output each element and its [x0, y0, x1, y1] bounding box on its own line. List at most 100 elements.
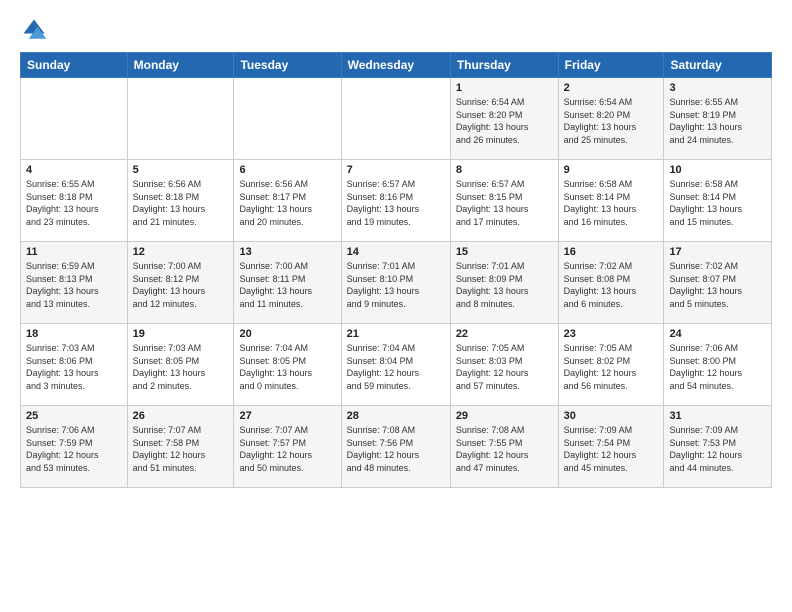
calendar-week-row: 18 Sunrise: 7:03 AM Sunset: 8:06 PM Dayli… [21, 324, 772, 406]
calendar-week-row: 25 Sunrise: 7:06 AM Sunset: 7:59 PM Dayli… [21, 406, 772, 488]
calendar-cell: 8 Sunrise: 6:57 AM Sunset: 8:15 PM Daylig… [450, 160, 558, 242]
day-number: 1 [456, 82, 553, 94]
day-number: 18 [26, 328, 122, 340]
calendar-cell: 30Sunrise: 7:09 AM Sunset: 7:54 PM Dayli… [558, 406, 664, 488]
calendar-cell [21, 78, 128, 160]
calendar-cell: 13 Sunrise: 7:00 AM Sunset: 8:11 PM Dayli… [234, 242, 341, 324]
day-number: 31 [669, 410, 766, 422]
day-info: Sunrise: 6:55 AM Sunset: 8:19 PM Dayligh… [669, 96, 766, 146]
day-info: Sunrise: 6:55 AM Sunset: 8:18 PM Dayligh… [26, 178, 122, 228]
calendar-cell: 25 Sunrise: 7:06 AM Sunset: 7:59 PM Dayli… [21, 406, 128, 488]
calendar-cell [341, 78, 450, 160]
day-info: Sunrise: 7:07 AM Sunset: 7:57 PM Dayligh… [239, 424, 335, 474]
day-info: Sunrise: 7:08 AM Sunset: 7:55 PM Dayligh… [456, 424, 553, 474]
day-number: 20 [239, 328, 335, 340]
day-number: 2 [564, 82, 659, 94]
calendar-cell: 10Sunrise: 6:58 AM Sunset: 8:14 PM Dayli… [664, 160, 772, 242]
day-number: 15 [456, 246, 553, 258]
calendar-cell: 7 Sunrise: 6:57 AM Sunset: 8:16 PM Daylig… [341, 160, 450, 242]
day-info: Sunrise: 7:09 AM Sunset: 7:53 PM Dayligh… [669, 424, 766, 474]
day-number: 9 [564, 164, 659, 176]
calendar-cell: 24 Sunrise: 7:06 AM Sunset: 8:00 PM Dayli… [664, 324, 772, 406]
day-info: Sunrise: 7:05 AM Sunset: 8:02 PM Dayligh… [564, 342, 659, 392]
day-info: Sunrise: 7:07 AM Sunset: 7:58 PM Dayligh… [133, 424, 229, 474]
day-number: 21 [347, 328, 445, 340]
calendar-week-row: 11 Sunrise: 6:59 AM Sunset: 8:13 PM Dayli… [21, 242, 772, 324]
day-number: 16 [564, 246, 659, 258]
calendar-cell: 4 Sunrise: 6:55 AM Sunset: 8:18 PM Daylig… [21, 160, 128, 242]
day-number: 8 [456, 164, 553, 176]
calendar-cell: 12Sunrise: 7:00 AM Sunset: 8:12 PM Dayli… [127, 242, 234, 324]
day-number: 27 [239, 410, 335, 422]
day-info: Sunrise: 6:58 AM Sunset: 8:14 PM Dayligh… [564, 178, 659, 228]
calendar-table: SundayMondayTuesdayWednesdayThursdayFrid… [20, 52, 772, 488]
calendar-cell: 9 Sunrise: 6:58 AM Sunset: 8:14 PM Daylig… [558, 160, 664, 242]
calendar-cell: 20 Sunrise: 7:04 AM Sunset: 8:05 PM Dayli… [234, 324, 341, 406]
calendar-cell: 6 Sunrise: 6:56 AM Sunset: 8:17 PM Daylig… [234, 160, 341, 242]
calendar-cell: 23Sunrise: 7:05 AM Sunset: 8:02 PM Dayli… [558, 324, 664, 406]
calendar-header-thursday: Thursday [450, 53, 558, 78]
day-info: Sunrise: 6:57 AM Sunset: 8:15 PM Dayligh… [456, 178, 553, 228]
calendar-header-row: SundayMondayTuesdayWednesdayThursdayFrid… [21, 53, 772, 78]
day-number: 14 [347, 246, 445, 258]
day-info: Sunrise: 6:57 AM Sunset: 8:16 PM Dayligh… [347, 178, 445, 228]
day-info: Sunrise: 6:56 AM Sunset: 8:17 PM Dayligh… [239, 178, 335, 228]
day-info: Sunrise: 7:04 AM Sunset: 8:05 PM Dayligh… [239, 342, 335, 392]
day-number: 28 [347, 410, 445, 422]
day-info: Sunrise: 6:58 AM Sunset: 8:14 PM Dayligh… [669, 178, 766, 228]
day-number: 3 [669, 82, 766, 94]
day-info: Sunrise: 7:01 AM Sunset: 8:09 PM Dayligh… [456, 260, 553, 310]
day-number: 12 [133, 246, 229, 258]
logo-icon [20, 16, 48, 44]
day-number: 6 [239, 164, 335, 176]
calendar-cell: 14 Sunrise: 7:01 AM Sunset: 8:10 PM Dayli… [341, 242, 450, 324]
day-number: 11 [26, 246, 122, 258]
calendar-cell: 21Sunrise: 7:04 AM Sunset: 8:04 PM Dayli… [341, 324, 450, 406]
day-number: 24 [669, 328, 766, 340]
calendar-cell: 31 Sunrise: 7:09 AM Sunset: 7:53 PM Dayli… [664, 406, 772, 488]
calendar-cell: 28 Sunrise: 7:08 AM Sunset: 7:56 PM Dayli… [341, 406, 450, 488]
day-info: Sunrise: 7:03 AM Sunset: 8:06 PM Dayligh… [26, 342, 122, 392]
day-number: 26 [133, 410, 229, 422]
day-info: Sunrise: 7:06 AM Sunset: 7:59 PM Dayligh… [26, 424, 122, 474]
day-info: Sunrise: 7:05 AM Sunset: 8:03 PM Dayligh… [456, 342, 553, 392]
calendar-cell: 3 Sunrise: 6:55 AM Sunset: 8:19 PM Daylig… [664, 78, 772, 160]
calendar-cell [234, 78, 341, 160]
calendar-header-saturday: Saturday [664, 53, 772, 78]
calendar-cell: 18 Sunrise: 7:03 AM Sunset: 8:06 PM Dayli… [21, 324, 128, 406]
day-number: 22 [456, 328, 553, 340]
calendar-cell: 11 Sunrise: 6:59 AM Sunset: 8:13 PM Dayli… [21, 242, 128, 324]
calendar-week-row: 1 Sunrise: 6:54 AM Sunset: 8:20 PM Daylig… [21, 78, 772, 160]
day-number: 5 [133, 164, 229, 176]
day-number: 7 [347, 164, 445, 176]
day-info: Sunrise: 7:00 AM Sunset: 8:11 PM Dayligh… [239, 260, 335, 310]
day-info: Sunrise: 7:02 AM Sunset: 8:08 PM Dayligh… [564, 260, 659, 310]
day-number: 4 [26, 164, 122, 176]
calendar-header-sunday: Sunday [21, 53, 128, 78]
calendar-cell: 2 Sunrise: 6:54 AM Sunset: 8:20 PM Daylig… [558, 78, 664, 160]
day-number: 29 [456, 410, 553, 422]
calendar-cell: 19Sunrise: 7:03 AM Sunset: 8:05 PM Dayli… [127, 324, 234, 406]
header [20, 16, 772, 44]
day-info: Sunrise: 7:03 AM Sunset: 8:05 PM Dayligh… [133, 342, 229, 392]
calendar-header-monday: Monday [127, 53, 234, 78]
day-info: Sunrise: 6:54 AM Sunset: 8:20 PM Dayligh… [564, 96, 659, 146]
day-info: Sunrise: 7:02 AM Sunset: 8:07 PM Dayligh… [669, 260, 766, 310]
day-info: Sunrise: 6:59 AM Sunset: 8:13 PM Dayligh… [26, 260, 122, 310]
calendar-header-tuesday: Tuesday [234, 53, 341, 78]
day-info: Sunrise: 7:06 AM Sunset: 8:00 PM Dayligh… [669, 342, 766, 392]
calendar-cell: 29 Sunrise: 7:08 AM Sunset: 7:55 PM Dayli… [450, 406, 558, 488]
calendar-cell: 5Sunrise: 6:56 AM Sunset: 8:18 PM Daylig… [127, 160, 234, 242]
day-number: 25 [26, 410, 122, 422]
calendar-header-friday: Friday [558, 53, 664, 78]
day-number: 30 [564, 410, 659, 422]
day-info: Sunrise: 6:54 AM Sunset: 8:20 PM Dayligh… [456, 96, 553, 146]
calendar-cell: 17Sunrise: 7:02 AM Sunset: 8:07 PM Dayli… [664, 242, 772, 324]
calendar-cell: 16 Sunrise: 7:02 AM Sunset: 8:08 PM Dayli… [558, 242, 664, 324]
day-info: Sunrise: 7:01 AM Sunset: 8:10 PM Dayligh… [347, 260, 445, 310]
day-info: Sunrise: 7:08 AM Sunset: 7:56 PM Dayligh… [347, 424, 445, 474]
calendar-header-wednesday: Wednesday [341, 53, 450, 78]
day-number: 13 [239, 246, 335, 258]
page-container: SundayMondayTuesdayWednesdayThursdayFrid… [0, 0, 792, 498]
calendar-week-row: 4 Sunrise: 6:55 AM Sunset: 8:18 PM Daylig… [21, 160, 772, 242]
